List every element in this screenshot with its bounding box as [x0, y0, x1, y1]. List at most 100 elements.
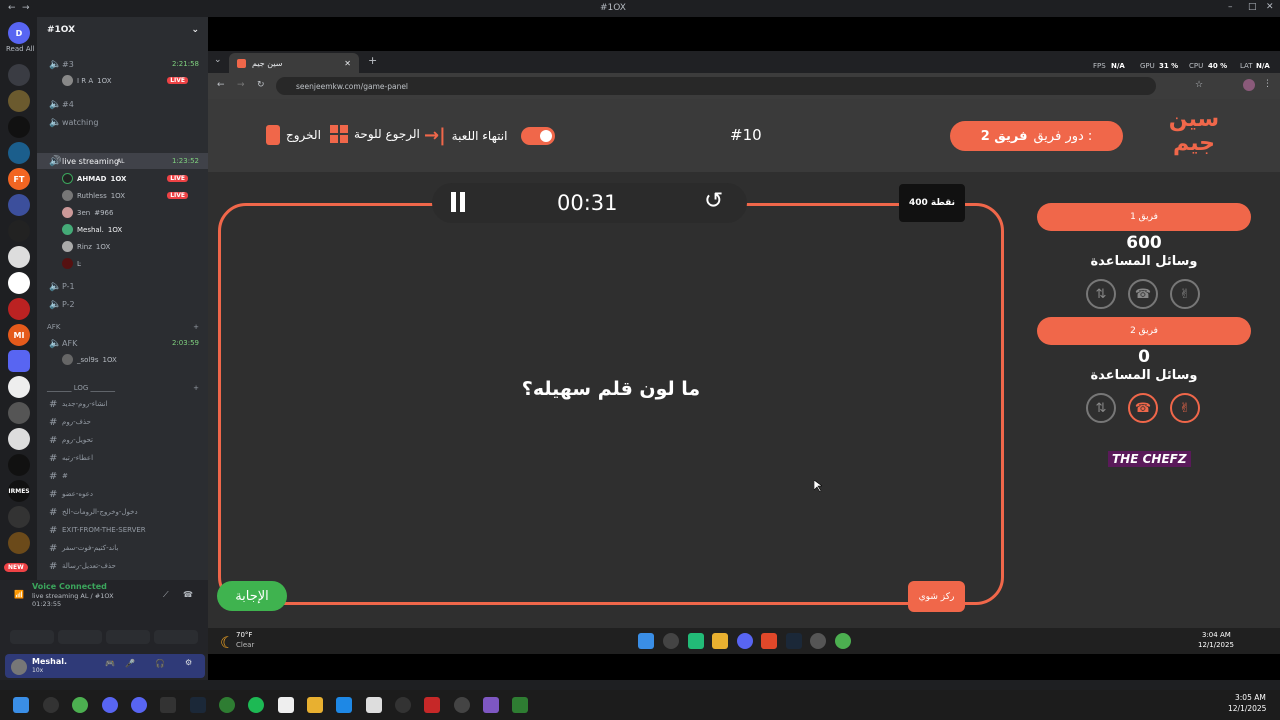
text-channel[interactable]: # حذف-روم: [37, 414, 208, 430]
server-icon[interactable]: [8, 142, 30, 164]
server-header[interactable]: #1OX ⌄: [37, 22, 208, 38]
swap-helper-icon[interactable]: ⇅: [1086, 393, 1116, 423]
voice-channel-p2[interactable]: 🔈 P-2: [37, 296, 208, 312]
voice-user[interactable]: I R A 1OX: [62, 75, 111, 86]
minimize-icon[interactable]: –: [1228, 2, 1233, 12]
voice-user[interactable]: 3en #966: [62, 207, 113, 218]
voice-channel-watching[interactable]: 🔈 watching: [37, 114, 208, 130]
pause-icon[interactable]: [451, 192, 456, 212]
discord-icon[interactable]: [102, 697, 118, 713]
server-icon[interactable]: [8, 506, 30, 528]
brave-icon[interactable]: [761, 633, 777, 649]
text-channel[interactable]: # #: [37, 468, 208, 484]
call-helper-icon[interactable]: ☎: [1128, 279, 1158, 309]
plus-icon[interactable]: +: [193, 323, 199, 331]
text-channel[interactable]: # تحويل-روم: [37, 432, 208, 448]
new-tab-icon[interactable]: +: [368, 54, 377, 67]
category-afk[interactable]: AFK +: [37, 319, 208, 335]
voice-channel-3[interactable]: 🔈 #3 2:21:58: [37, 56, 208, 72]
app-icon[interactable]: [512, 697, 528, 713]
server-icon[interactable]: [8, 298, 30, 320]
server-icon[interactable]: [8, 64, 30, 86]
gamepad-icon[interactable]: [483, 697, 499, 713]
notepad-icon[interactable]: [366, 697, 382, 713]
call-helper-icon[interactable]: ☎: [1128, 393, 1158, 423]
back-to-board-button[interactable]: الرجوع للوحة: [330, 125, 420, 143]
voice-channel-live-streaming[interactable]: 🔊 live streaming AL 1:23:52: [37, 153, 208, 169]
discord-icon[interactable]: [131, 697, 147, 713]
windows-start-icon[interactable]: [638, 633, 654, 649]
voice-channel-afk[interactable]: 🔈 AFK 2:03:59: [37, 335, 208, 351]
disconnect-icon[interactable]: ☎: [183, 590, 193, 599]
text-channel[interactable]: # انشاء-روم-جديد: [37, 396, 208, 412]
windows-start-icon[interactable]: [13, 697, 29, 713]
reload-icon[interactable]: ↻: [257, 80, 265, 90]
avatar[interactable]: [11, 659, 27, 675]
server-icon[interactable]: FT: [8, 168, 30, 190]
soundboard-button[interactable]: [154, 630, 198, 644]
server-icon[interactable]: [8, 90, 30, 112]
voice-channel-p1[interactable]: 🔈 P-1: [37, 278, 208, 294]
app-icon[interactable]: [278, 697, 294, 713]
voice-channel[interactable]: live streaming AL / #1OX: [32, 592, 114, 600]
server-icon[interactable]: [8, 402, 30, 424]
close-icon[interactable]: ✕: [1266, 2, 1274, 12]
text-channel[interactable]: # اعطاء-رتبه: [37, 450, 208, 466]
browser-tab[interactable]: سين جيم ✕: [229, 53, 359, 73]
server-icon[interactable]: [8, 376, 30, 398]
end-game-toggle[interactable]: [521, 126, 556, 145]
app-icon[interactable]: [810, 633, 826, 649]
folder-icon[interactable]: [712, 633, 728, 649]
server-icon[interactable]: [8, 428, 30, 450]
bookmark-icon[interactable]: ☆: [1195, 80, 1203, 90]
gear-icon[interactable]: ⚙: [185, 658, 192, 667]
noise-suppression-icon[interactable]: ⟋: [163, 590, 169, 600]
maximize-icon[interactable]: □: [1248, 2, 1257, 12]
folder-icon[interactable]: [8, 350, 30, 372]
double-helper-icon[interactable]: ✌: [1170, 279, 1200, 309]
headphones-icon[interactable]: 🎧: [155, 659, 165, 668]
camera-button[interactable]: [10, 630, 54, 644]
app-icon[interactable]: [424, 697, 440, 713]
forward-icon[interactable]: →: [237, 80, 245, 90]
activities-button[interactable]: [106, 630, 150, 644]
end-game-button[interactable]: →| انتهاء اللعبة: [424, 125, 556, 146]
pause-icon[interactable]: [460, 192, 465, 212]
double-helper-icon[interactable]: ✌: [1170, 393, 1200, 423]
game-icon[interactable]: 🎮: [105, 659, 115, 668]
text-channel[interactable]: # دعوه-عضو: [37, 486, 208, 502]
voice-channel-4[interactable]: 🔈 #4: [37, 96, 208, 112]
discord-home-icon[interactable]: D: [8, 22, 30, 44]
forward-icon[interactable]: →: [22, 3, 30, 13]
server-icon[interactable]: IRMES: [8, 480, 30, 502]
text-channel[interactable]: # حذف-تعديل-رسالة: [37, 558, 208, 574]
back-icon[interactable]: ←: [217, 80, 225, 90]
voice-user[interactable]: Meshal. 1OX: [62, 224, 122, 235]
voice-user[interactable]: AHMAD 1OX: [62, 173, 126, 184]
tab-search-icon[interactable]: ⌄: [214, 55, 222, 65]
voice-user[interactable]: _sol9s 1OX: [62, 354, 117, 365]
search-icon[interactable]: [43, 697, 59, 713]
discord-icon[interactable]: [737, 633, 753, 649]
app-icon[interactable]: [160, 697, 176, 713]
server-icon[interactable]: [8, 272, 30, 294]
read-all-label[interactable]: Read All: [6, 45, 35, 53]
menu-icon[interactable]: ⋮: [1263, 79, 1272, 89]
chevron-down-icon[interactable]: ⌄: [191, 25, 199, 35]
server-icon[interactable]: [8, 194, 30, 216]
spotify-icon[interactable]: [248, 697, 264, 713]
back-icon[interactable]: ←: [8, 3, 16, 13]
app-icon[interactable]: [395, 697, 411, 713]
search-icon[interactable]: [663, 633, 679, 649]
server-icon[interactable]: [8, 454, 30, 476]
close-tab-icon[interactable]: ✕: [344, 59, 351, 68]
server-icon[interactable]: MI: [8, 324, 30, 346]
category-log[interactable]: _______ LOG _______ +: [37, 380, 208, 396]
text-channel[interactable]: # دخول-وخروج-الرومات-الخ: [37, 504, 208, 520]
text-channel[interactable]: # EXIT-FROM-THE-SERVER: [37, 522, 208, 538]
plus-icon[interactable]: +: [193, 384, 199, 392]
mic-icon[interactable]: 🎤: [125, 659, 135, 668]
chrome-icon[interactable]: [835, 633, 851, 649]
store-icon[interactable]: [688, 633, 704, 649]
server-icon[interactable]: [8, 246, 30, 268]
